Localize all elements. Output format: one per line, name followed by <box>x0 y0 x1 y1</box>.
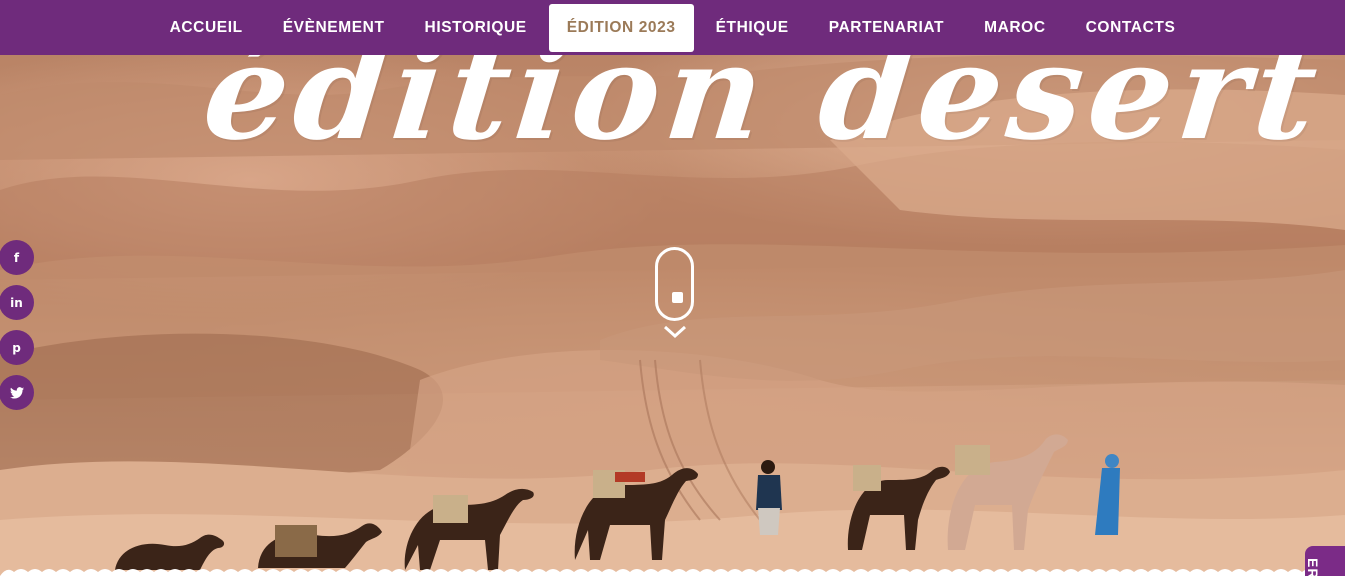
main-navbar: ACCUEIL ÉVÈNEMENT HISTORIQUE ÉDITION 202… <box>0 0 1345 55</box>
nav-item-historique[interactable]: HISTORIQUE <box>405 4 547 52</box>
pinterest-icon[interactable]: p <box>0 330 34 365</box>
nav-item-accueil[interactable]: ACCUEIL <box>150 4 263 52</box>
nav-item-contacts[interactable]: CONTACTS <box>1066 4 1196 52</box>
social-share-bar: f in p <box>0 240 34 420</box>
scroll-down-mouse-icon[interactable] <box>655 247 694 321</box>
nav-item-ethique[interactable]: ÉTHIQUE <box>696 4 809 52</box>
nav-item-partenariat[interactable]: PARTENARIAT <box>809 4 964 52</box>
chevron-down-icon[interactable] <box>663 325 687 339</box>
twitter-icon[interactable] <box>0 375 34 410</box>
scroll-dot <box>672 292 683 303</box>
side-register-tab[interactable]: ER <box>1305 546 1345 576</box>
twitter-bird-icon <box>9 386 24 399</box>
facebook-icon[interactable]: f <box>0 240 34 275</box>
wave-divider <box>0 569 1345 576</box>
nav-item-maroc[interactable]: MAROC <box>964 4 1066 52</box>
linkedin-icon[interactable]: in <box>0 285 34 320</box>
nav-list: ACCUEIL ÉVÈNEMENT HISTORIQUE ÉDITION 202… <box>150 3 1196 52</box>
side-tab-label: ER <box>1305 558 1321 576</box>
nav-item-edition-2023[interactable]: ÉDITION 2023 <box>548 3 694 52</box>
nav-item-evenement[interactable]: ÉVÈNEMENT <box>263 4 405 52</box>
